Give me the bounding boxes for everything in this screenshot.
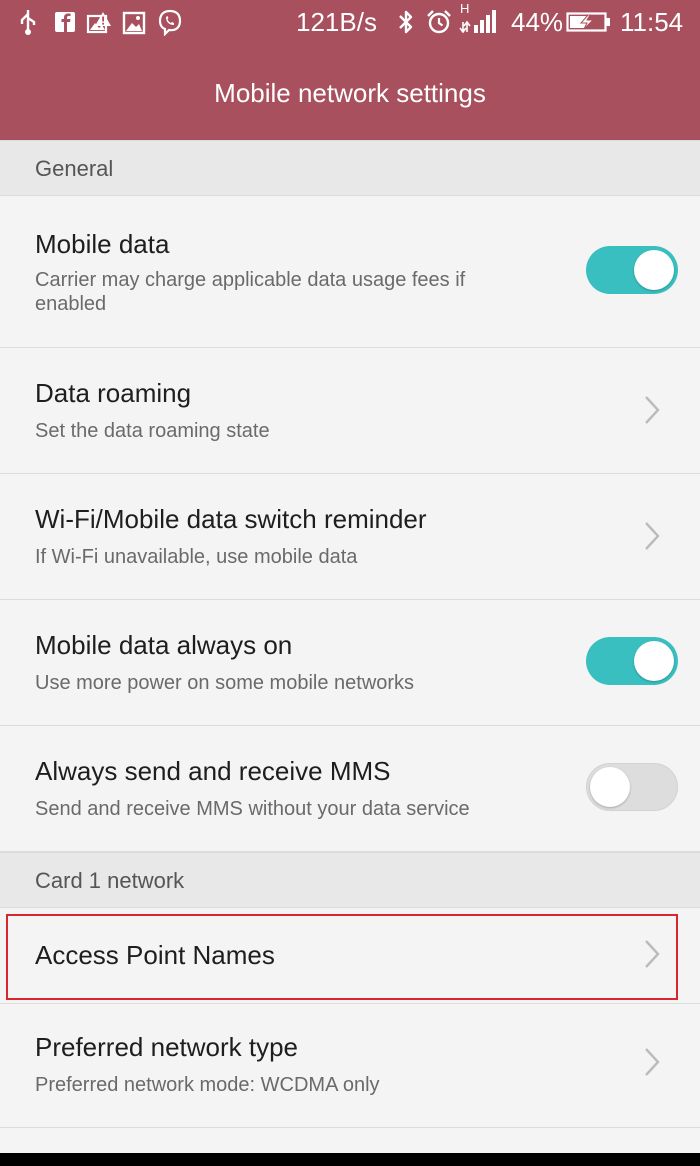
setting-title: Mobile data always on (35, 630, 293, 660)
signal-icon (459, 10, 496, 34)
warning-image-icon (86, 12, 111, 34)
page-title: Mobile network settings (214, 78, 486, 108)
setting-mobile-data-always-on[interactable]: Mobile data always on Use more power on … (0, 600, 700, 726)
setting-title: Mobile data (35, 229, 170, 259)
mobile-data-always-on-toggle[interactable] (586, 637, 678, 685)
setting-preferred-network-type[interactable]: Preferred network type Preferred network… (0, 1004, 700, 1128)
status-bar: 121B/s H 44% 11:54 (0, 0, 700, 46)
battery-percent: 44% (511, 7, 564, 37)
gallery-icon (122, 11, 146, 35)
setting-subtitle: Set the data roaming state (35, 420, 270, 442)
setting-title: Always send and receive MMS (35, 756, 391, 786)
clock: 11:54 (620, 7, 684, 37)
network-speed: 121B/s (296, 7, 377, 37)
setting-subtitle: If Wi-Fi unavailable, use mobile data (35, 546, 358, 568)
toggle-knob (590, 767, 630, 807)
setting-title: Wi-Fi/Mobile data switch reminder (35, 504, 427, 534)
setting-wifi-switch-reminder[interactable]: Wi-Fi/Mobile data switch reminder If Wi-… (0, 474, 700, 600)
app-header: 121B/s H 44% 11:54 Mobile network settin… (0, 0, 700, 140)
usb-icon (20, 10, 36, 35)
navigation-bar (0, 1153, 700, 1166)
setting-mobile-data[interactable]: Mobile data Carrier may charge applicabl… (0, 196, 700, 348)
always-send-mms-toggle[interactable] (586, 763, 678, 811)
highlight-box (6, 914, 678, 1000)
setting-subtitle: Send and receive MMS without your data s… (35, 798, 470, 820)
section-header-card1: Card 1 network (0, 852, 700, 908)
setting-title: Preferred network type (35, 1032, 299, 1062)
setting-subtitle: Carrier may charge applicable data usage… (35, 269, 466, 315)
chevron-right-icon (645, 1048, 660, 1076)
setting-subtitle: Preferred network mode: WCDMA only (35, 1074, 380, 1096)
section-header-general: General (0, 140, 700, 196)
section-label: General (35, 156, 114, 181)
bluetooth-icon (399, 10, 413, 34)
chevron-right-icon (645, 522, 660, 550)
setting-subtitle: Use more power on some mobile networks (35, 672, 415, 694)
facebook-icon (55, 12, 75, 32)
chevron-right-icon (645, 396, 660, 424)
viber-icon (158, 9, 182, 36)
setting-title: Data roaming (35, 378, 192, 408)
toggle-knob (634, 641, 674, 681)
battery-charging-icon (566, 12, 610, 32)
alarm-icon (427, 10, 451, 34)
setting-data-roaming[interactable]: Data roaming Set the data roaming state (0, 348, 700, 474)
mobile-data-toggle[interactable] (586, 246, 678, 294)
section-label: Card 1 network (35, 868, 185, 893)
setting-always-send-mms[interactable]: Always send and receive MMS Send and rec… (0, 726, 700, 852)
toggle-knob (634, 250, 674, 290)
